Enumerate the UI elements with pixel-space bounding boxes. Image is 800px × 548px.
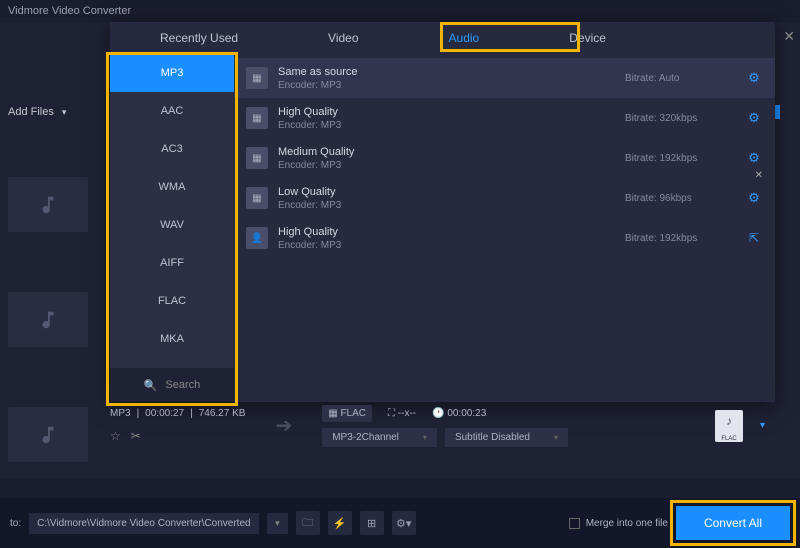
hw-accel-button[interactable]: ⚡ (328, 511, 352, 535)
footer-bar: to: C:\Vidmore\Vidmore Video Converter\C… (0, 498, 800, 548)
share-icon[interactable]: ⇱ (745, 231, 763, 245)
gear-icon[interactable]: ⚙ (745, 110, 763, 126)
open-folder-button[interactable]: 🗀 (296, 511, 320, 535)
highlight-audio-tab (440, 22, 580, 52)
format-tabs: Recently Used Video Audio Device ✕ (110, 22, 775, 54)
preset-high-quality[interactable]: ▦ High Quality Encoder: MP3 Bitrate: 320… (234, 98, 775, 138)
tab-recently-used[interactable]: Recently Used (140, 23, 258, 53)
merge-checkbox[interactable]: Merge into one file (569, 518, 668, 529)
app-title: Vidmore Video Converter (8, 5, 131, 17)
channel-dropdown[interactable]: MP3-2Channel (322, 428, 437, 447)
checkbox-icon (569, 518, 580, 529)
target-format-label: ▦ FLAC (322, 405, 372, 422)
preset-list: ▦ Same as source Encoder: MP3 Bitrate: A… (234, 54, 775, 402)
output-format-badge[interactable]: FLAC (715, 410, 743, 442)
output-format-caret[interactable]: ▾ (760, 420, 765, 431)
save-to-label: to: (10, 518, 21, 529)
title-bar: Vidmore Video Converter (0, 0, 800, 22)
format-wav[interactable]: WAV (110, 206, 234, 244)
format-aac[interactable]: AAC (110, 92, 234, 130)
preset-icon: 👤 (246, 227, 268, 249)
music-note-icon (37, 309, 59, 331)
main-area: Add Files Recently Used Video Audio Devi… (0, 22, 800, 548)
arrow-icon: ➔ (275, 413, 292, 438)
search-icon: 🔍 (144, 379, 158, 392)
gear-icon[interactable]: ⚙ (745, 150, 763, 166)
clock-icon: 🕐 00:00:23 (432, 408, 486, 419)
format-search[interactable]: 🔍 Search (110, 368, 234, 402)
format-wma[interactable]: WMA (110, 168, 234, 206)
music-note-icon (37, 194, 59, 216)
expand-icon[interactable]: ⛶ --x-- (388, 408, 416, 419)
preset-low-quality[interactable]: ▦ Low Quality Encoder: MP3 Bitrate: 96kb… (234, 178, 775, 218)
cut-icon[interactable]: ✂ (131, 429, 141, 443)
subtitle-dropdown[interactable]: Subtitle Disabled (445, 428, 568, 447)
format-panel: Recently Used Video Audio Device ✕ MP3 A… (110, 22, 775, 402)
star-icon[interactable]: ☆ (110, 429, 121, 443)
format-aiff[interactable]: AIFF (110, 244, 234, 282)
close-panel-button[interactable]: ✕ (783, 28, 795, 45)
target-info: ▦ FLAC ⛶ --x-- 🕐 00:00:23 MP3-2Channel S… (322, 405, 568, 447)
preset-medium-quality[interactable]: ▦ Medium Quality Encoder: MP3 Bitrate: 1… (234, 138, 775, 178)
file-thumb-2[interactable] (8, 292, 88, 347)
preset-icon: ▦ (246, 187, 268, 209)
preset-same-as-source[interactable]: ▦ Same as source Encoder: MP3 Bitrate: A… (234, 58, 775, 98)
preset-icon: ▦ (246, 107, 268, 129)
file-thumb-3[interactable] (8, 407, 88, 462)
file-thumb-1[interactable] (8, 177, 88, 232)
gear-icon[interactable]: ⚙ (745, 70, 763, 86)
remove-preset-button[interactable]: ✕ (755, 170, 763, 181)
format-mp3[interactable]: MP3 (110, 54, 234, 92)
format-mka[interactable]: MKA (110, 320, 234, 358)
source-info: MP3| 00:00:27| 746.27 KB ☆ ✂ (110, 408, 245, 443)
panel-body: MP3 AAC AC3 WMA WAV AIFF FLAC MKA 🔍 Sear… (110, 54, 775, 402)
convert-all-button[interactable]: Convert All (676, 506, 790, 540)
output-path-field[interactable]: C:\Vidmore\Vidmore Video Converter\Conve… (29, 513, 259, 534)
music-note-icon (37, 424, 59, 446)
format-flac[interactable]: FLAC (110, 282, 234, 320)
format-sidebar: MP3 AAC AC3 WMA WAV AIFF FLAC MKA 🔍 Sear… (110, 54, 234, 402)
preset-icon: ▦ (246, 67, 268, 89)
preset-high-quality-2[interactable]: 👤 High Quality Encoder: MP3 Bitrate: 192… (234, 218, 775, 258)
preset-icon: ▦ (246, 147, 268, 169)
settings-dropdown[interactable]: ⚙▾ (392, 511, 416, 535)
conversion-info-row: MP3| 00:00:27| 746.27 KB ☆ ✂ ➔ ▦ FLAC ⛶ … (110, 398, 775, 453)
gear-icon[interactable]: ⚙ (745, 190, 763, 206)
add-files-button[interactable]: Add Files (0, 102, 74, 122)
tab-video[interactable]: Video (308, 23, 378, 53)
task-button[interactable]: ⊞ (360, 511, 384, 535)
output-path-dropdown[interactable]: ▾ (267, 513, 288, 534)
format-ac3[interactable]: AC3 (110, 130, 234, 168)
